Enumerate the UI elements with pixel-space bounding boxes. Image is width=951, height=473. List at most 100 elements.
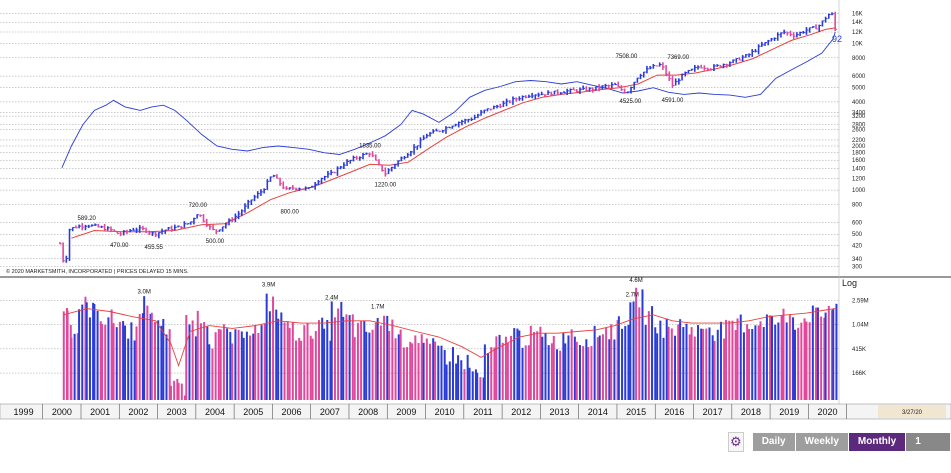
volume-bar <box>662 337 665 400</box>
volume-bar <box>115 327 118 400</box>
volume-bar <box>647 311 650 400</box>
volume-bar <box>199 323 202 400</box>
volume-bar <box>803 318 806 400</box>
volume-bar <box>635 287 638 400</box>
volume-bar <box>252 333 255 400</box>
volume-bar <box>414 335 417 400</box>
volume-bar <box>759 321 762 400</box>
volume-bar <box>748 328 751 400</box>
volume-bar <box>736 318 739 400</box>
volume-bar <box>425 338 428 400</box>
volume-bar <box>277 318 280 400</box>
volume-bar <box>688 334 691 400</box>
interval-dropdown[interactable]: 1 min ▴ <box>906 433 951 465</box>
volume-bar <box>550 343 553 400</box>
price-tick-label: 800 <box>852 202 863 208</box>
monthly-button[interactable]: Monthly <box>848 433 907 451</box>
volume-bar <box>805 321 808 400</box>
volume-bar <box>769 315 772 400</box>
volume-bar <box>173 380 176 400</box>
volume-bar <box>708 327 711 400</box>
gear-icon[interactable]: ⚙ <box>728 432 744 452</box>
year-label: 2000 <box>52 407 72 417</box>
volume-bar <box>409 341 412 400</box>
volume-bar <box>504 336 507 400</box>
volume-bar <box>237 329 240 400</box>
volume-bar <box>700 328 703 400</box>
volume-bar <box>656 333 659 400</box>
price-annotation: 7369.00 <box>667 55 689 61</box>
volume-annotation: 1.7M <box>371 305 384 311</box>
volume-bar <box>654 327 657 400</box>
year-label: 2005 <box>243 407 263 417</box>
year-label: 2013 <box>550 407 570 417</box>
volume-tick-label: 166K <box>852 371 866 377</box>
volume-bar <box>608 339 611 400</box>
volume-bar <box>670 328 673 400</box>
volume-bar <box>78 309 81 400</box>
volume-bar <box>303 325 306 400</box>
volume-bar <box>360 321 363 400</box>
volume-bar <box>587 347 590 400</box>
volume-bar <box>782 308 785 400</box>
volume-bar <box>777 322 780 400</box>
volume-bar <box>107 317 110 400</box>
price-tick-label: 10K <box>852 42 863 48</box>
volume-bar <box>397 334 400 400</box>
volume-bar <box>300 340 303 400</box>
volume-bar <box>820 316 823 400</box>
volume-bar <box>363 320 366 400</box>
rs-line-path <box>61 31 836 168</box>
volume-bar <box>578 344 581 400</box>
volume-bar <box>402 347 405 400</box>
volume-bar <box>455 363 458 400</box>
volume-bar <box>272 296 275 400</box>
volume-bar <box>533 331 536 400</box>
price-tick-label: 5000 <box>852 86 866 92</box>
volume-tick-label: 2.59M <box>852 298 869 304</box>
volume-bar <box>374 322 377 400</box>
volume-bar <box>665 318 668 400</box>
volume-bar <box>624 326 627 400</box>
volume-bar <box>564 343 567 400</box>
volume-bar <box>734 330 737 400</box>
volume-bar <box>191 320 194 400</box>
volume-bar <box>644 324 647 400</box>
price-tick-label: 340 <box>852 257 863 263</box>
volume-bar <box>124 325 127 400</box>
volume-bar <box>268 311 271 400</box>
volume-annotations: 3.0M 3.9M 2.4M 1.7M 2.7M 4.6M <box>137 278 642 310</box>
volume-bar <box>81 304 84 400</box>
price-tick-label: 12K <box>852 30 863 36</box>
volume-bar <box>725 319 728 400</box>
moving-average-path <box>71 27 836 239</box>
volume-bar <box>280 312 283 400</box>
period-toolbar: ⚙ Daily Weekly Monthly 1 min ▴ <box>728 432 951 465</box>
volume-bar <box>544 333 547 400</box>
volume-bar <box>211 348 214 400</box>
year-label: 2008 <box>358 407 378 417</box>
price-annotation: 720.00 <box>189 203 208 209</box>
volume-bar <box>771 315 774 400</box>
volume-bar <box>627 324 630 400</box>
volume-bar <box>286 321 289 400</box>
moving-average-line <box>71 27 836 239</box>
price-annotation: 1835.00 <box>359 143 381 149</box>
volume-bar <box>827 305 830 400</box>
volume-bar <box>567 335 570 400</box>
volume-bar <box>104 324 107 400</box>
weekly-button[interactable]: Weekly <box>795 433 849 451</box>
daily-button[interactable]: Daily <box>752 433 796 451</box>
volume-bar <box>101 324 104 400</box>
price-annotation: 455.55 <box>145 245 164 251</box>
volume-bar <box>677 324 680 400</box>
volume-bar <box>719 321 722 400</box>
volume-bar <box>667 326 670 400</box>
volume-bar <box>800 322 803 400</box>
volume-bar <box>323 328 326 400</box>
volume-bar <box>573 336 576 400</box>
volume-bar <box>443 350 446 400</box>
volume-bar <box>570 329 573 400</box>
volume-bar <box>388 330 391 400</box>
volume-bar <box>306 323 309 400</box>
